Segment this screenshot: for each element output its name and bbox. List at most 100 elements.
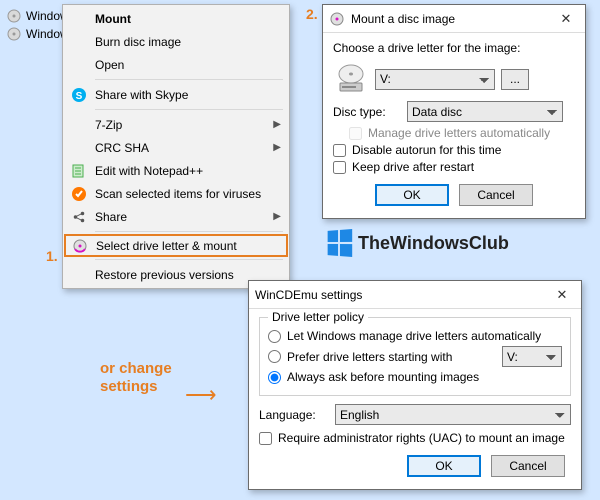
menu-label: Burn disc image [95, 35, 281, 49]
close-icon: ✕ [557, 287, 568, 303]
checkbox-disable-autorun[interactable]: Disable autorun for this time [333, 143, 575, 157]
menu-label: Share with Skype [95, 88, 281, 102]
cancel-button[interactable]: Cancel [459, 184, 533, 206]
iso-file-icon [6, 8, 22, 24]
menu-item-open[interactable]: Open [65, 53, 287, 76]
avast-icon [69, 185, 89, 203]
menu-separator [95, 109, 283, 110]
annotation-text: or change settings [100, 360, 172, 396]
button-label: OK [435, 459, 452, 473]
chevron-right-icon: ▶ [273, 119, 281, 130]
titlebar: WinCDEmu settings ✕ [249, 281, 581, 309]
prefer-letter-select[interactable]: V: [502, 346, 562, 367]
radio-input[interactable] [268, 350, 281, 363]
disc-drive-icon [333, 61, 369, 97]
windows-logo-icon [328, 229, 353, 257]
blank-icon [69, 139, 89, 157]
menu-item-mount[interactable]: Mount [65, 7, 287, 30]
drive-letter-select[interactable]: V: [375, 69, 495, 90]
menu-item-crc-sha[interactable]: CRC SHA ▶ [65, 136, 287, 159]
dialog-title: WinCDEmu settings [255, 288, 547, 302]
checkbox-label: Manage drive letters automatically [368, 126, 550, 140]
menu-label: CRC SHA [95, 141, 273, 155]
checkbox-manage-auto[interactable]: Manage drive letters automatically [349, 126, 575, 140]
menu-item-notepadpp[interactable]: Edit with Notepad++ [65, 159, 287, 182]
annotation-line: or change [100, 360, 172, 378]
checkbox-label: Disable autorun for this time [352, 143, 501, 157]
checkbox-input[interactable] [333, 144, 346, 157]
menu-item-7zip[interactable]: 7-Zip ▶ [65, 113, 287, 136]
menu-label: Select drive letter & mount [96, 239, 280, 253]
radio-label: Let Windows manage drive letters automat… [287, 329, 541, 343]
menu-label: 7-Zip [95, 118, 273, 132]
menu-item-share[interactable]: Share ▶ [65, 205, 287, 228]
menu-item-avast-scan[interactable]: Scan selected items for viruses [65, 182, 287, 205]
radio-let-windows[interactable]: Let Windows manage drive letters automat… [268, 329, 562, 343]
menu-item-select-drive-mount[interactable]: Select drive letter & mount [64, 234, 288, 257]
share-icon [69, 208, 89, 226]
annotation-line: settings [100, 378, 172, 396]
radio-label: Always ask before mounting images [287, 370, 479, 384]
checkbox-label: Keep drive after restart [352, 160, 474, 174]
groupbox-legend: Drive letter policy [268, 310, 368, 324]
wincdemu-icon [329, 11, 345, 27]
menu-label: Scan selected items for viruses [95, 187, 281, 201]
dialog-title: Mount a disc image [351, 12, 551, 26]
groupbox-drive-policy: Drive letter policy Let Windows manage d… [259, 317, 571, 396]
menu-separator [95, 259, 283, 260]
checkbox-input[interactable] [259, 432, 272, 445]
chevron-right-icon: ▶ [273, 142, 281, 153]
close-button[interactable]: ✕ [551, 8, 581, 30]
menu-label: Edit with Notepad++ [95, 164, 281, 178]
button-label: Cancel [509, 459, 546, 473]
close-icon: ✕ [561, 11, 572, 27]
menu-label: Mount [95, 12, 281, 26]
language-label: Language: [259, 408, 329, 422]
blank-icon [69, 33, 89, 51]
menu-separator [95, 79, 283, 80]
disc-type-select[interactable]: Data disc [407, 101, 563, 122]
step-2-label: 2. [306, 6, 318, 22]
button-label: Cancel [477, 188, 514, 202]
disc-type-label: Disc type: [333, 105, 401, 119]
blank-icon [69, 266, 89, 284]
checkbox-input[interactable] [349, 127, 362, 140]
language-select[interactable]: English [335, 404, 571, 425]
menu-item-burn-disc[interactable]: Burn disc image [65, 30, 287, 53]
chevron-right-icon: ▶ [273, 211, 281, 222]
menu-separator [95, 231, 283, 232]
menu-item-skype-share[interactable]: S Share with Skype [65, 83, 287, 106]
choose-drive-label: Choose a drive letter for the image: [333, 41, 575, 55]
blank-icon [69, 10, 89, 28]
brand-logo: TheWindowsClub [326, 230, 509, 256]
step-1-label: 1. [46, 248, 58, 264]
checkbox-input[interactable] [333, 161, 346, 174]
checkbox-label: Require administrator rights (UAC) to mo… [278, 431, 565, 445]
ok-button[interactable]: OK [375, 184, 449, 206]
radio-input[interactable] [268, 330, 281, 343]
dialog-mount-disc: Mount a disc image ✕ Choose a drive lett… [322, 4, 586, 219]
button-label: OK [403, 188, 420, 202]
wincdemu-icon [70, 237, 90, 255]
blank-icon [69, 56, 89, 74]
radio-prefer-letters[interactable]: Prefer drive letters starting with V: [268, 346, 562, 367]
cancel-button[interactable]: Cancel [491, 455, 565, 477]
checkbox-keep-after-restart[interactable]: Keep drive after restart [333, 160, 575, 174]
menu-label: Open [95, 58, 281, 72]
radio-always-ask[interactable]: Always ask before mounting images [268, 370, 562, 384]
close-button[interactable]: ✕ [547, 284, 577, 306]
annotation-arrow-icon: ⟶ [185, 382, 217, 408]
ellipsis-icon: ... [510, 72, 520, 86]
dialog-wincdemu-settings: WinCDEmu settings ✕ Drive letter policy … [248, 280, 582, 490]
radio-input[interactable] [268, 371, 281, 384]
svg-text:S: S [76, 91, 83, 102]
menu-label: Share [95, 210, 273, 224]
titlebar: Mount a disc image ✕ [323, 5, 585, 33]
brand-text: TheWindowsClub [358, 233, 509, 254]
checkbox-require-uac[interactable]: Require administrator rights (UAC) to mo… [259, 431, 571, 445]
blank-icon [69, 116, 89, 134]
skype-icon: S [69, 86, 89, 104]
notepadpp-icon [69, 162, 89, 180]
ok-button[interactable]: OK [407, 455, 481, 477]
browse-button[interactable]: ... [501, 69, 529, 90]
